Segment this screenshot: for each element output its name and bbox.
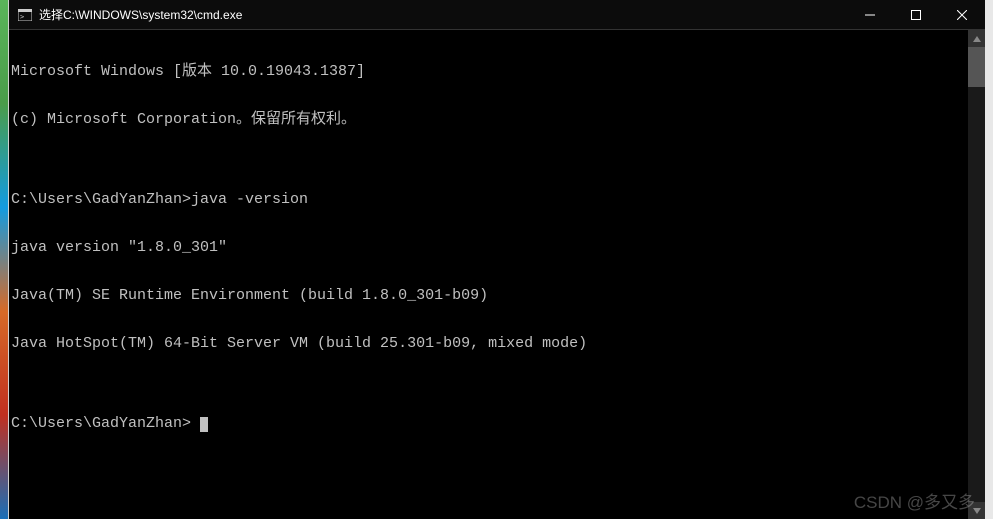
svg-text:>_: >_ [20,13,29,21]
right-edge [985,0,993,519]
cursor [200,417,208,432]
titlebar[interactable]: >_ 选择C:\WINDOWS\system32\cmd.exe [9,0,985,30]
scroll-down-button[interactable] [968,502,985,519]
output-line: Java HotSpot(TM) 64-Bit Server VM (build… [11,336,968,352]
terminal-body: Microsoft Windows [版本 10.0.19043.1387] (… [9,30,985,519]
scroll-up-button[interactable] [968,30,985,47]
scroll-track[interactable] [968,47,985,502]
cmd-window: >_ 选择C:\WINDOWS\system32\cmd.exe Microso… [9,0,985,519]
output-line: Microsoft Windows [版本 10.0.19043.1387] [11,64,968,80]
left-app-strip [0,0,8,519]
scroll-thumb[interactable] [968,47,985,87]
vertical-scrollbar[interactable] [968,30,985,519]
maximize-button[interactable] [893,0,939,30]
output-line: Java(TM) SE Runtime Environment (build 1… [11,288,968,304]
output-line: java version "1.8.0_301" [11,240,968,256]
prompt-line: C:\Users\GadYanZhan> [11,416,968,432]
output-line: C:\Users\GadYanZhan>java -version [11,192,968,208]
window-controls [847,0,985,29]
output-line: (c) Microsoft Corporation。保留所有权利。 [11,112,968,128]
terminal-output[interactable]: Microsoft Windows [版本 10.0.19043.1387] (… [9,30,968,519]
prompt-text: C:\Users\GadYanZhan> [11,415,200,432]
close-button[interactable] [939,0,985,30]
minimize-button[interactable] [847,0,893,30]
window-title: 选择C:\WINDOWS\system32\cmd.exe [39,6,847,23]
cmd-icon: >_ [17,7,33,23]
